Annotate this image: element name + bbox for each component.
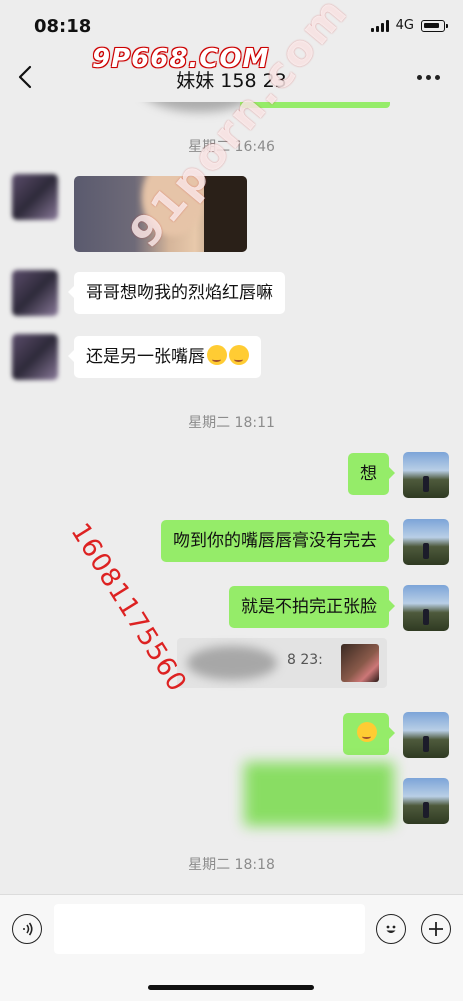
voice-button[interactable] [12, 914, 42, 944]
plus-button[interactable] [421, 914, 451, 944]
avatar[interactable] [12, 334, 58, 380]
more-dots-icon [416, 74, 422, 80]
avatar[interactable] [12, 270, 58, 316]
watermark-top: 9P668.COM [92, 44, 270, 74]
status-indicators: 4G [370, 18, 448, 33]
avatar[interactable] [403, 778, 449, 824]
network-label: 4G [395, 18, 414, 33]
message-bubble[interactable]: 想 [348, 453, 395, 495]
message-bubble[interactable]: 就是不拍完正张脸 [229, 586, 395, 628]
message-input[interactable] [54, 904, 365, 954]
message-bubble[interactable]: 哥哥想吻我的烈焰红唇嘛 [68, 272, 285, 314]
censored-message [244, 762, 394, 826]
avatar[interactable] [403, 712, 449, 758]
avatar[interactable] [12, 174, 58, 220]
quoted-message[interactable]: 8 23: [177, 638, 387, 688]
plus-icon [429, 922, 443, 936]
message-bubble[interactable]: 还是另一张嘴唇 [68, 336, 261, 378]
emoji-button[interactable] [376, 914, 406, 944]
message-bubble[interactable]: 吻到你的嘴唇唇膏没有完去 [161, 520, 395, 562]
emoji-icon [386, 925, 396, 933]
avatar[interactable] [403, 452, 449, 498]
battery-icon [421, 19, 448, 32]
thinking-emoji-icon [357, 722, 377, 742]
chat-area[interactable]: 星期二 16:46 哥哥想吻我的烈焰红唇嘛 还是另一张嘴唇 星期二 18:11 … [0, 102, 463, 894]
status-time: 08:18 [34, 16, 92, 37]
home-indicator [148, 985, 314, 990]
signal-icon [370, 19, 389, 32]
sleepy-emoji-icon [207, 345, 227, 365]
avatar[interactable] [403, 585, 449, 631]
avatar[interactable] [403, 519, 449, 565]
quote-thumbnail [341, 644, 379, 682]
more-button[interactable] [413, 62, 443, 92]
timestamp: 星期二 18:18 [188, 857, 275, 873]
thinking-emoji-icon [229, 345, 249, 365]
timestamp: 星期二 18:11 [188, 415, 275, 431]
message-bubble[interactable] [343, 713, 395, 755]
voice-icon [23, 922, 33, 936]
